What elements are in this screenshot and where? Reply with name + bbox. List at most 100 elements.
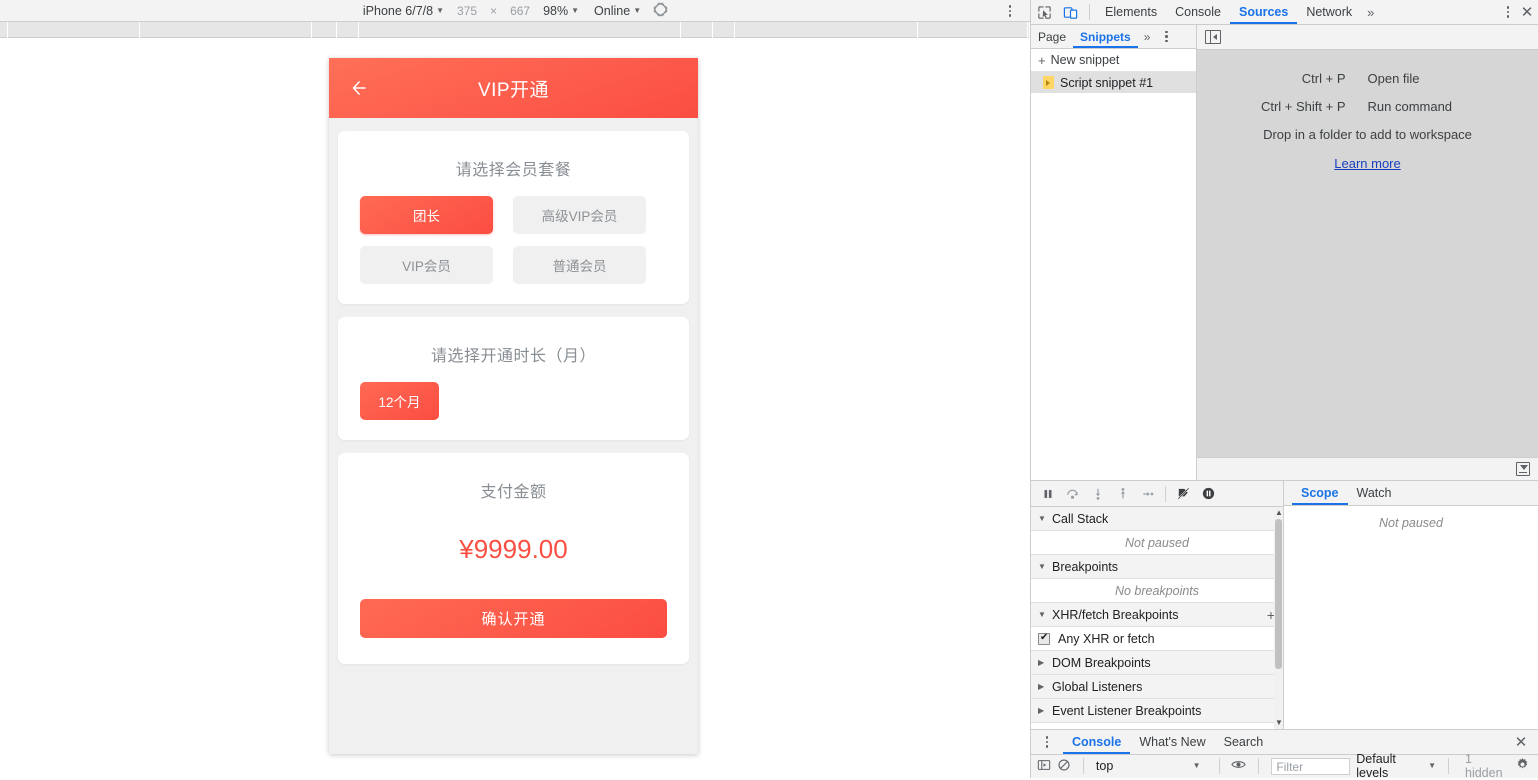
scroll-up-icon[interactable]: ▲ [1275,508,1282,517]
toolbar-divider [1089,4,1090,20]
console-filter-input[interactable]: Filter [1271,758,1350,775]
shortcut-action: Run command [1368,93,1503,121]
tab-elements[interactable]: Elements [1096,0,1166,24]
drawer-tab-console[interactable]: Console [1063,730,1130,754]
editor-footbar [1197,457,1538,480]
duration-option-12-months[interactable]: 12个月 [360,382,439,420]
chevron-right-icon: ▶ [1038,706,1047,715]
shortcut-keys: Ctrl + P [1233,65,1368,93]
live-expression-icon[interactable] [1231,757,1246,775]
scope-empty-text: Not paused [1284,506,1538,729]
package-option-tuanzhang[interactable]: 团长 [360,196,493,234]
chevron-right-icon: ▶ [1038,658,1047,667]
section-dom-breakpoints[interactable]: ▶ DOM Breakpoints [1031,651,1283,675]
checkbox-label: Any XHR or fetch [1058,632,1155,646]
section-breakpoints[interactable]: ▼ Breakpoints [1031,555,1283,579]
learn-more-link[interactable]: Learn more [1334,149,1400,179]
chevron-down-icon: ▼ [1038,514,1047,523]
viewport-height-input[interactable]: 667 [510,4,530,18]
package-option-vip[interactable]: VIP会员 [360,246,493,284]
step-button[interactable] [1137,483,1158,504]
call-stack-empty: Not paused [1031,531,1283,555]
checkbox-icon [1038,633,1050,645]
shortcut-run-command: Ctrl + Shift + P Run command [1233,93,1503,121]
device-selector-label: iPhone 6/7/8 [363,4,433,18]
tab-scope[interactable]: Scope [1292,481,1348,505]
section-global-listeners[interactable]: ▶ Global Listeners [1031,675,1283,699]
list-item[interactable]: Script snippet #1 [1031,72,1196,93]
section-label: Call Stack [1052,512,1108,526]
hidden-messages-count: 1 hidden [1465,752,1509,780]
package-options: 团长 高级VIP会员 VIP会员 普通会员 [360,196,667,284]
devtools-panel: Elements Console Sources Network » ✕ Pag… [1030,0,1538,778]
package-option-normal[interactable]: 普通会员 [513,246,646,284]
nav-tab-snippets[interactable]: Snippets [1073,25,1138,48]
close-icon[interactable]: ✕ [1510,731,1532,753]
rotate-icon[interactable] [654,3,669,18]
drawer-menu-button[interactable] [1039,734,1055,750]
chevron-double-right-icon[interactable]: » [1361,5,1380,20]
scrollbar[interactable]: ▲ ▼ [1274,507,1283,729]
pause-on-exceptions-button[interactable] [1198,483,1219,504]
tab-watch[interactable]: Watch [1348,481,1401,505]
navigator-empty-area [1031,93,1196,480]
inspect-cursor-icon[interactable] [1031,0,1057,24]
breakpoints-empty: No breakpoints [1031,579,1283,603]
toolbar-divider [1165,486,1166,502]
pretty-print-icon[interactable] [1516,462,1530,476]
section-label: DOM Breakpoints [1052,656,1151,670]
viewport-width-input[interactable]: 375 [457,4,477,18]
throttling-selector[interactable]: Online ▼ [592,3,643,19]
chevron-double-right-icon[interactable]: » [1138,30,1157,44]
zoom-selector[interactable]: 98% ▼ [541,3,581,19]
shortcut-action: Open file [1368,65,1503,93]
scrollbar-thumb[interactable] [1275,519,1282,669]
toolbar-divider [1448,758,1449,774]
device-viewport-area: VIP开通 请选择会员套餐 团长 高级VIP会员 VIP会员 普通会员 请选择开… [0,38,1030,778]
console-sidebar-icon[interactable] [1037,758,1051,775]
arrow-left-icon[interactable] [349,76,373,100]
scroll-down-icon[interactable]: ▼ [1275,718,1282,727]
package-option-senior-vip[interactable]: 高级VIP会员 [513,196,646,234]
log-level-selector[interactable]: Default levels ▼ [1356,752,1436,780]
device-toolbar-menu-button[interactable] [1003,4,1017,18]
new-snippet-button[interactable]: + New snippet [1031,49,1196,72]
device-viewport: VIP开通 请选择会员套餐 团长 高级VIP会员 VIP会员 普通会员 请选择开… [329,58,698,754]
new-snippet-label: New snippet [1051,53,1120,67]
section-event-listener-breakpoints[interactable]: ▶ Event Listener Breakpoints [1031,699,1283,723]
nav-tab-page[interactable]: Page [1031,25,1073,48]
step-into-button[interactable] [1087,483,1108,504]
chevron-down-icon: ▼ [1038,610,1047,619]
console-drawer: Console What's New Search ✕ [1031,729,1538,777]
execution-context-selector[interactable]: top ▼ [1096,759,1207,773]
tab-console[interactable]: Console [1166,0,1230,24]
navigator-tabbar: Page Snippets » [1031,25,1196,49]
tab-sources[interactable]: Sources [1230,0,1297,24]
section-call-stack[interactable]: ▼ Call Stack [1031,507,1283,531]
confirm-activate-button[interactable]: 确认开通 [360,599,667,638]
plus-icon: + [1038,53,1046,68]
step-out-button[interactable] [1112,483,1133,504]
duration-options: 12个月 [360,382,667,420]
deactivate-breakpoints-button[interactable] [1173,483,1194,504]
pause-script-execution-button[interactable] [1037,483,1058,504]
device-toolbar-icon[interactable] [1057,0,1083,24]
devtools-menu-button[interactable] [1500,4,1516,20]
device-selector[interactable]: iPhone 6/7/8 ▼ [361,3,446,19]
gear-icon[interactable] [1515,757,1530,775]
drawer-tab-search[interactable]: Search [1215,730,1273,754]
workspace-drop-hint: Drop in a folder to add to workspace [1263,121,1472,149]
clear-console-icon[interactable] [1057,758,1071,775]
step-over-button[interactable] [1062,483,1083,504]
section-xhr-fetch-breakpoints[interactable]: ▼ XHR/fetch Breakpoints + [1031,603,1283,627]
any-xhr-or-fetch-checkbox[interactable]: Any XHR or fetch [1031,627,1283,651]
section-label: Breakpoints [1052,560,1118,574]
editor-topbar [1197,25,1538,50]
snippet-label: Script snippet #1 [1060,76,1153,90]
drawer-tab-whats-new[interactable]: What's New [1130,730,1214,754]
close-icon[interactable]: ✕ [1516,1,1538,23]
package-card: 请选择会员套餐 团长 高级VIP会员 VIP会员 普通会员 [338,131,689,304]
navigator-menu-button[interactable] [1158,29,1174,45]
tab-network[interactable]: Network [1297,0,1361,24]
show-navigator-icon[interactable] [1205,30,1221,44]
